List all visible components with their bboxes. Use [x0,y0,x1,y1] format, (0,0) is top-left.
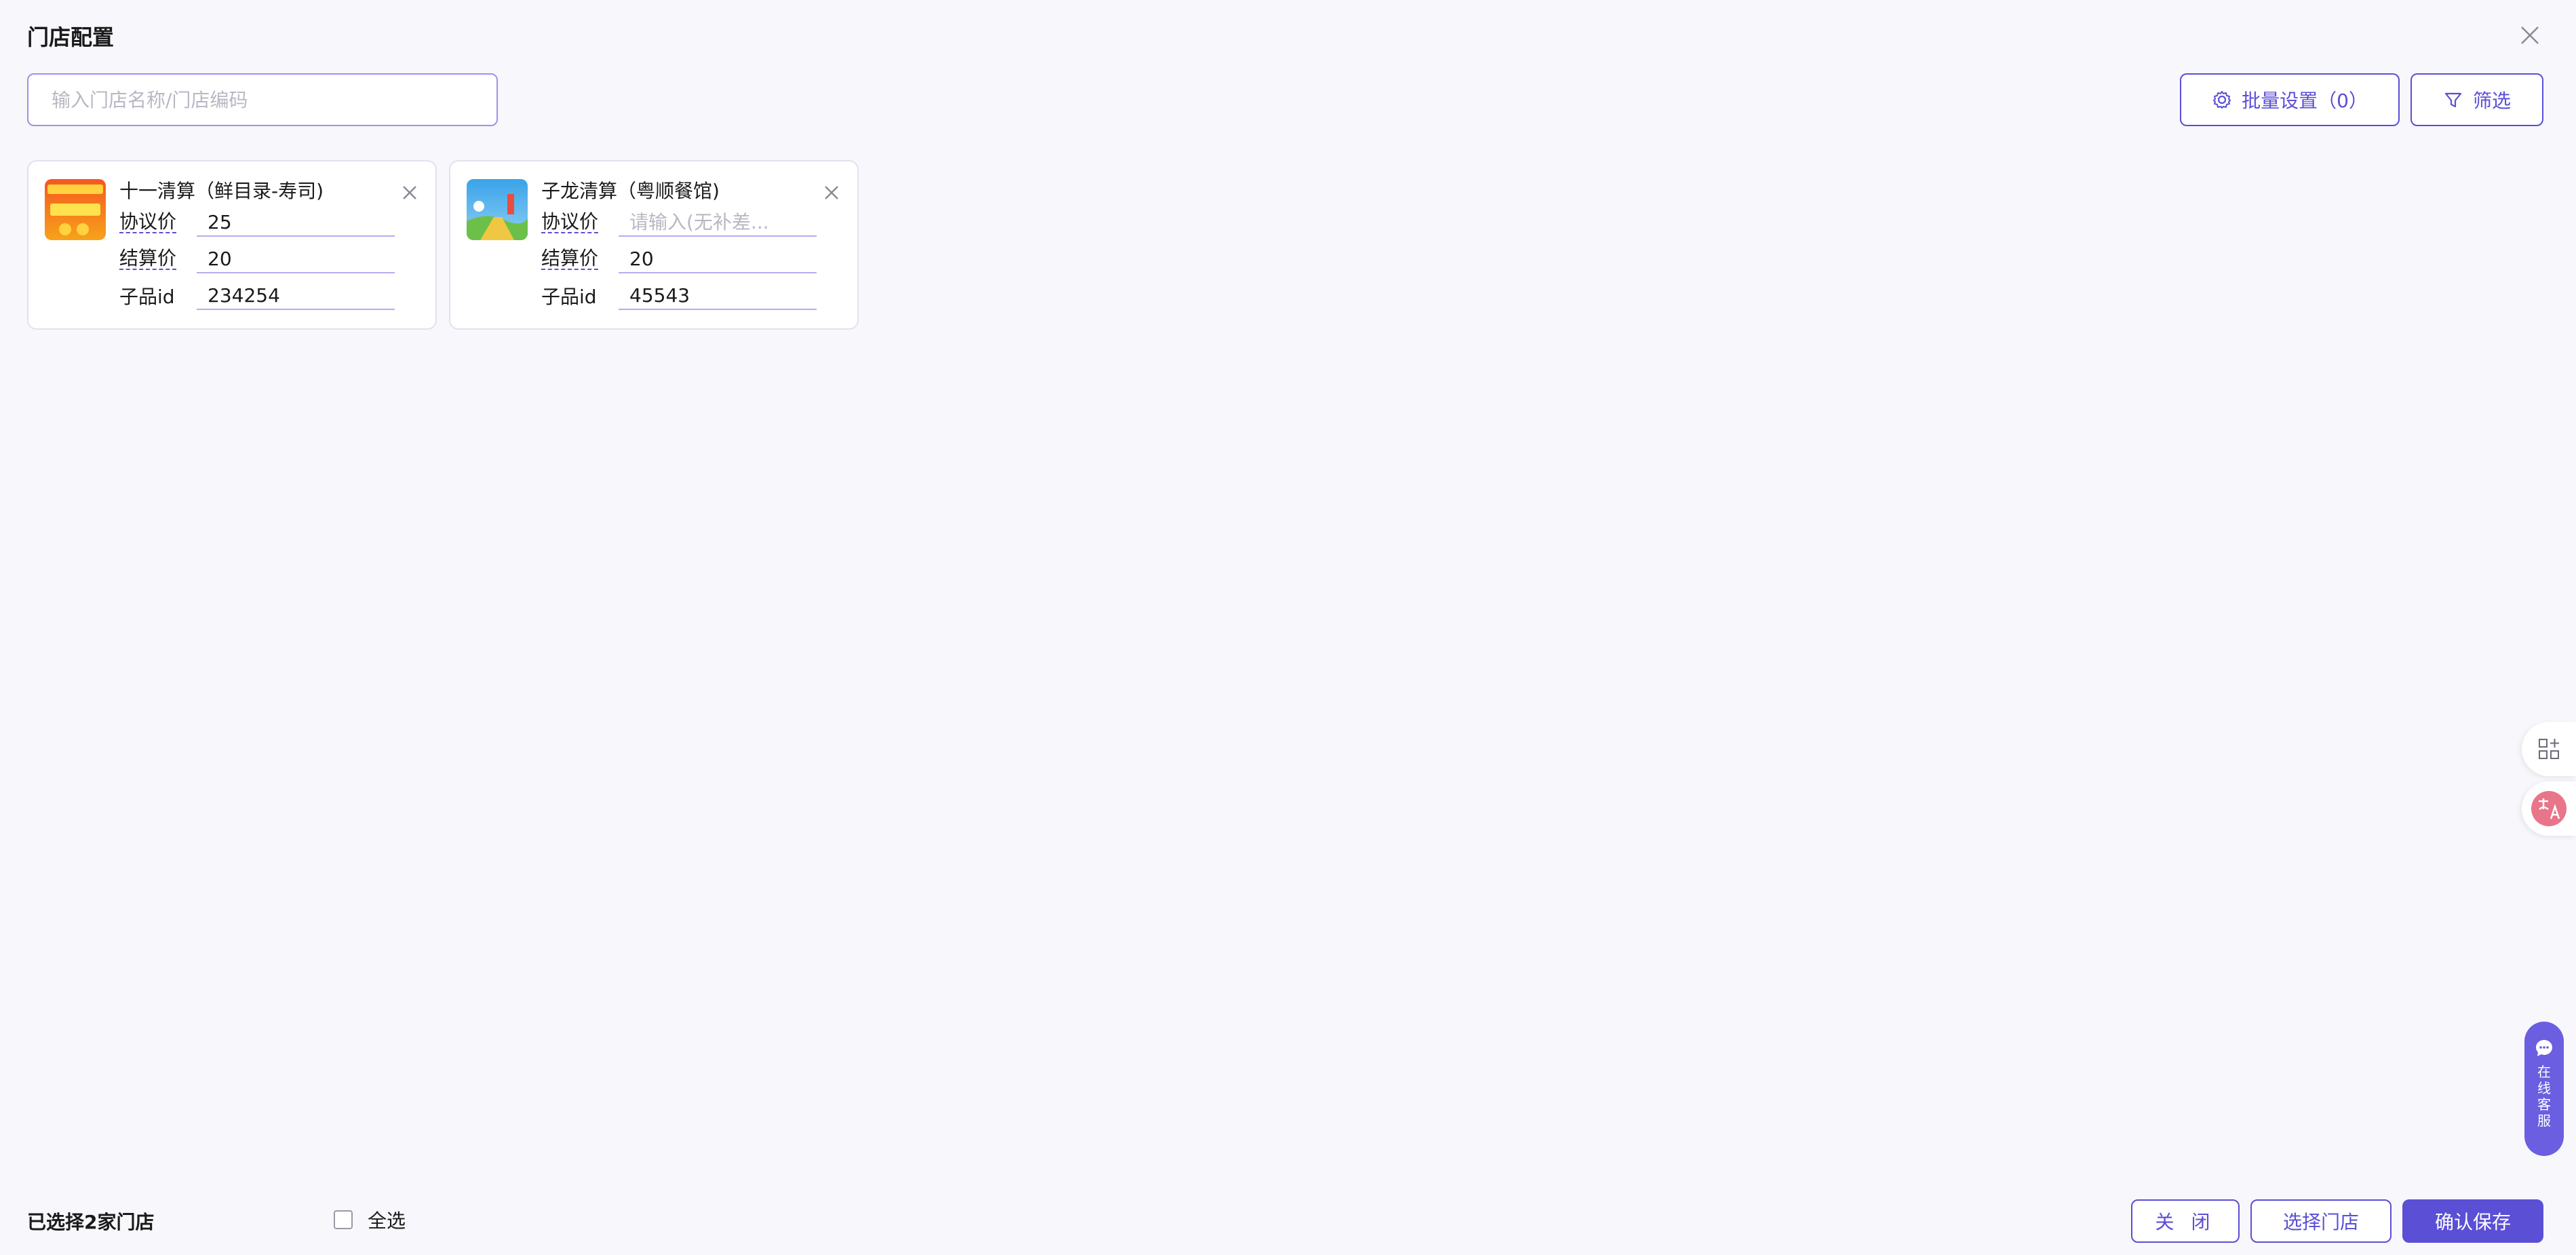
online-service-label: 在线客服 [2537,1064,2551,1129]
store-thumbnail [467,179,528,240]
agreement-price-label: 协议价 [119,210,177,233]
store-card: 十一清算（鲜目录-寿司) 协议价 结算价 子品id [27,160,437,330]
agreement-price-input[interactable] [619,208,817,237]
store-name: 子龙清算（粤顺餐馆) [541,180,720,202]
filter-button[interactable]: 筛选 [2411,73,2543,126]
store-config-dialog: 门店配置 批量设置（0） 筛选 [0,0,2576,1255]
dialog-title: 门店配置 [27,24,115,50]
remove-store-icon[interactable] [400,183,419,202]
confirm-save-button[interactable]: 确认保存 [2402,1199,2543,1243]
select-all-checkbox[interactable]: 全选 [334,1206,406,1233]
settlement-price-row: 结算价 [541,243,817,275]
apps-grid-icon [2539,739,2559,759]
store-thumbnail [45,179,106,240]
close-button[interactable]: 关 闭 [2131,1199,2240,1243]
search-input[interactable] [27,73,498,126]
selected-count-text: 已选择2家门店 [27,1211,155,1233]
batch-settings-button[interactable]: 批量设置（0） [2180,73,2400,126]
checkbox-box[interactable] [334,1210,353,1229]
batch-settings-label: 批量设置（0） [2242,90,2368,112]
chat-icon [2536,1040,2552,1056]
agreement-price-input[interactable] [197,208,395,237]
agreement-price-row: 协议价 [119,206,395,239]
agreement-price-row: 协议价 [541,206,817,239]
translate-icon [2531,791,2567,826]
settlement-price-label: 结算价 [541,247,599,270]
apps-float-button[interactable] [2522,722,2576,776]
sub-product-id-label: 子品id [541,286,597,308]
sub-product-id-row: 子品id [119,279,395,312]
close-icon[interactable] [2516,22,2543,49]
store-name: 十一清算（鲜目录-寿司) [119,180,324,202]
agreement-price-label: 协议价 [541,210,599,233]
online-service-button[interactable]: 在线客服 [2524,1022,2564,1156]
settlement-price-input[interactable] [619,245,817,273]
store-card: 子龙清算（粤顺餐馆) 协议价 结算价 子品id [449,160,859,330]
filter-icon [2444,92,2462,108]
remove-store-icon[interactable] [822,183,841,202]
sub-product-id-label: 子品id [119,286,175,308]
settlement-price-input[interactable] [197,245,395,273]
settlement-price-row: 结算价 [119,243,395,275]
translate-float-button[interactable] [2522,781,2576,836]
sub-product-id-row: 子品id [541,279,817,312]
select-all-label: 全选 [368,1210,406,1232]
settlement-price-label: 结算价 [119,247,177,270]
gear-icon [2213,91,2231,109]
sub-product-id-input[interactable] [619,282,817,310]
sub-product-id-input[interactable] [197,282,395,310]
choose-store-button[interactable]: 选择门店 [2250,1199,2392,1243]
filter-label: 筛选 [2472,90,2511,112]
